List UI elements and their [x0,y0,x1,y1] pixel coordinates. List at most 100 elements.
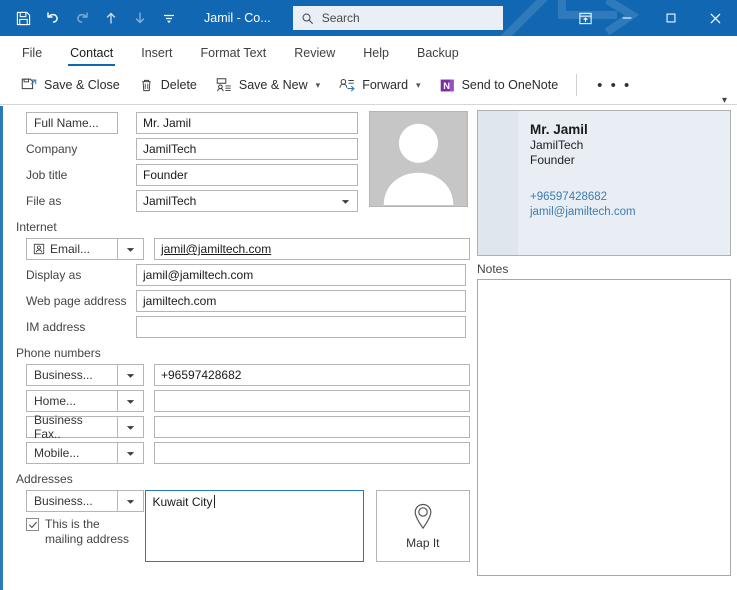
phone-type-selector-business[interactable]: Business... [26,364,144,386]
email-input[interactable]: jamil@jamiltech.com [154,238,470,260]
phone-type-dropdown-business-fax[interactable] [118,416,144,438]
card-job-title: Founder [530,153,575,167]
minimize-button[interactable] [605,0,649,36]
mailing-address-label-line2: mailing address [45,532,130,546]
address-value: Kuwait City [152,495,213,509]
web-page-address-value: jamiltech.com [143,294,217,308]
ribbon-display-options-icon[interactable] [565,0,605,36]
phone-row-mobile: Mobile... [8,442,470,464]
previous-item-icon[interactable] [97,4,124,32]
company-input[interactable]: JamilTech [136,138,358,160]
phone-row-business: Business... +96597428682 [8,364,470,386]
delete-label: Delete [160,78,197,92]
phone-type-button-home[interactable]: Home... [26,390,118,412]
tab-backup[interactable]: Backup [405,42,471,66]
file-as-combobox[interactable]: JamilTech [136,190,358,212]
phone-type-button-business[interactable]: Business... [26,364,118,386]
phone-type-dropdown-home[interactable] [118,390,144,412]
contact-card-icon [33,243,45,255]
email-type-dropdown[interactable] [118,238,144,260]
email-type-selector[interactable]: Email... [26,238,144,260]
tab-insert[interactable]: Insert [129,42,184,66]
display-as-value: jamil@jamiltech.com [143,268,254,282]
forward-label: Forward [362,78,409,92]
forward-button[interactable]: Forward ▾ [330,72,428,98]
addresses-section-label: Addresses [16,472,73,486]
company-label: Company [26,142,78,156]
tab-review[interactable]: Review [282,42,347,66]
phone-input-mobile[interactable] [154,442,470,464]
phone-type-button-mobile[interactable]: Mobile... [26,442,118,464]
tab-help[interactable]: Help [351,42,401,66]
person-silhouette-icon [383,123,454,206]
internet-section-label: Internet [16,220,57,234]
phone-value-business: +96597428682 [161,368,242,382]
phone-input-business-fax[interactable] [154,416,470,438]
save-icon[interactable] [10,4,37,32]
phone-input-business[interactable]: +96597428682 [154,364,470,386]
chevron-down-icon [126,451,135,456]
save-and-new-button[interactable]: Save & New ▾ [207,72,328,98]
save-and-close-button[interactable]: Save & Close [12,72,128,98]
card-email[interactable]: jamil@jamiltech.com [530,205,636,220]
tab-format-text[interactable]: Format Text [189,42,279,66]
chevron-down-icon[interactable]: ▾ [416,80,421,91]
phone-type-dropdown-mobile[interactable] [118,442,144,464]
notes-textarea[interactable] [477,279,731,576]
full-name-input[interactable]: Mr. Jamil [136,112,358,134]
phone-type-selector-business-fax[interactable]: Business Fax.. [26,413,144,441]
phone-type-selector-mobile[interactable]: Mobile... [26,442,144,464]
display-as-input[interactable]: jamil@jamiltech.com [136,264,466,286]
business-card-body: Mr. Jamil JamilTech Founder +96597428682… [518,111,636,255]
im-address-label: IM address [26,320,86,334]
im-address-input[interactable] [136,316,466,338]
contact-photo-placeholder[interactable] [369,111,468,207]
tab-review-label: Review [294,46,336,60]
check-icon [28,521,37,528]
map-it-button[interactable]: Map It [375,490,470,562]
notes-label: Notes [477,262,509,276]
search-input[interactable]: Search [292,6,503,30]
customize-quick-access-icon[interactable] [155,4,182,32]
tab-file[interactable]: File [10,42,54,66]
next-item-icon[interactable] [126,4,153,32]
phone-type-dropdown-business[interactable] [118,364,144,386]
chevron-down-icon[interactable]: ▾ [316,80,321,91]
quick-access-toolbar [0,4,182,32]
chevron-down-icon [126,425,135,430]
maximize-button[interactable] [649,0,693,36]
card-contact-block: +96597428682 jamil@jamiltech.com [530,190,636,220]
collapse-ribbon-icon[interactable]: ▾ [722,95,727,106]
address-textarea[interactable]: Kuwait City [145,490,364,562]
full-name-button[interactable]: Full Name... [26,112,118,134]
redo-icon[interactable] [68,4,95,32]
chevron-down-icon[interactable] [340,196,351,207]
svg-text:N: N [443,80,450,90]
phone-type-selector-home[interactable]: Home... [26,390,144,412]
chevron-down-icon [126,499,135,504]
mailing-address-checkbox[interactable] [26,518,39,531]
ribbon: File Contact Insert Format Text Review H… [0,36,737,106]
business-card-stripe [478,111,518,255]
forward-contact-icon [339,79,355,92]
card-phone[interactable]: +96597428682 [530,190,636,205]
delete-button[interactable]: Delete [130,73,205,98]
tab-contact[interactable]: Contact [58,42,125,66]
address-type-dropdown[interactable] [118,490,144,512]
phone-type-button-business-fax[interactable]: Business Fax.. [26,413,118,441]
address-type-selector[interactable]: Business... [26,490,145,512]
send-to-onenote-button[interactable]: N Send to OneNote [431,73,567,98]
undo-icon[interactable] [39,4,66,32]
business-card-preview[interactable]: Mr. Jamil JamilTech Founder +96597428682… [477,110,731,256]
ribbon-overflow-button[interactable]: • • • [587,77,641,94]
contact-form: Full Name... Mr. Jamil Company JamilTech… [0,106,737,590]
web-page-address-input[interactable]: jamiltech.com [136,290,466,312]
card-company: JamilTech [530,138,584,152]
mailing-address-checkbox-row[interactable]: This is the mailing address [26,517,145,547]
job-title-input[interactable]: Founder [136,164,358,186]
close-button[interactable] [693,0,737,36]
phone-input-home[interactable] [154,390,470,412]
window-controls [565,0,737,36]
email-button[interactable]: Email... [26,238,118,260]
address-type-button[interactable]: Business... [26,490,118,512]
